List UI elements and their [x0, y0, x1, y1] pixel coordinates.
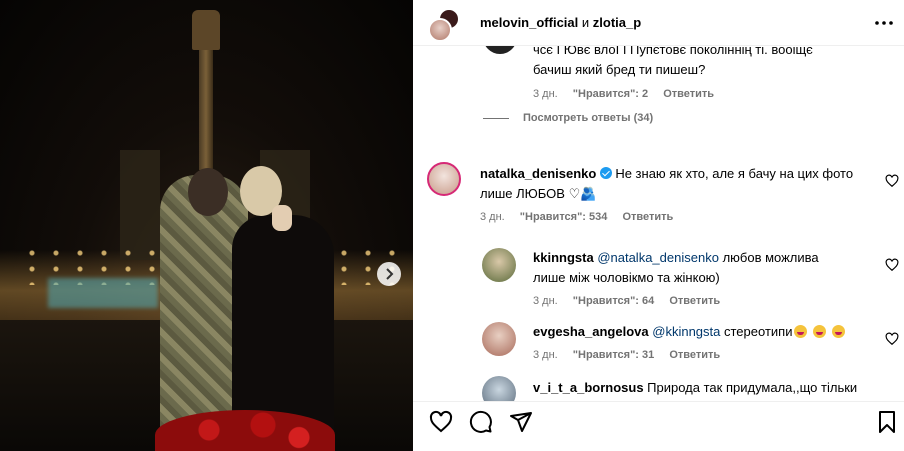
post-authors: melovin_official и zlotia_p	[480, 15, 641, 30]
avatar	[428, 18, 452, 42]
mention-link[interactable]: @kkinngsta	[652, 324, 720, 339]
post-side-panel: melovin_official и zlotia_p чсє I Ювє вл…	[413, 0, 904, 451]
person-head	[188, 168, 228, 216]
avatar[interactable]	[483, 46, 517, 54]
post-actions-bar	[413, 401, 904, 451]
comment-time: 3 дн.	[480, 211, 505, 223]
comment-meta: 3 дн. "Нравится": 31 Ответить	[533, 349, 732, 361]
comment-username[interactable]: evgesha_angelova	[533, 324, 649, 339]
emoji-icon	[813, 325, 827, 338]
post-header: melovin_official и zlotia_p	[413, 0, 904, 46]
building	[120, 150, 160, 260]
lit-facade	[48, 278, 158, 308]
author-avatars[interactable]	[428, 8, 462, 42]
comment-username[interactable]: v_i_t_a_bornosus	[533, 380, 644, 395]
emoji-icon	[794, 325, 808, 338]
comment-likes[interactable]: "Нравится": 64	[573, 295, 654, 307]
avatar[interactable]	[482, 376, 516, 401]
bookmark-icon[interactable]	[875, 410, 899, 434]
reply-button[interactable]: Ответить	[669, 349, 720, 361]
comment-username[interactable]: kkinngsta	[533, 250, 594, 265]
avatar[interactable]	[482, 322, 516, 356]
comment-text: kkinngsta @natalka_denisenko любов можли…	[533, 250, 819, 285]
avatar[interactable]	[482, 248, 516, 282]
author-link[interactable]: melovin_official	[480, 15, 578, 30]
verified-icon	[600, 167, 613, 179]
comment-likes[interactable]: "Нравится": 534	[520, 211, 608, 223]
comment-bubble-icon[interactable]	[469, 410, 493, 434]
comment-meta: 3 дн. "Нравится": 534 Ответить	[480, 211, 685, 223]
comment-username[interactable]: natalka_denisenko	[480, 166, 596, 181]
comment-likes[interactable]: "Нравится": 31	[573, 349, 654, 361]
reply-button[interactable]: Ответить	[669, 295, 720, 307]
comment-meta: 3 дн. "Нравится": 64 Ответить	[533, 295, 732, 307]
comment-text: чсє I Ювє влоІ I Пупєтовє поколіннің ті.…	[533, 46, 813, 77]
comment-text: v_i_t_a_bornosus Природа так придумала,,…	[533, 380, 858, 395]
emoji-icon	[831, 325, 845, 338]
comments-list[interactable]: чсє I Ювє влоІ I Пупєтовє поколіннің ті.…	[413, 46, 904, 401]
reply-button[interactable]: Ответить	[622, 211, 673, 223]
like-comment-icon[interactable]	[885, 332, 899, 346]
comment-text: evgesha_angelova @kkinngsta стереотипи	[533, 322, 845, 342]
comment-time: 3 дн.	[533, 295, 558, 307]
next-photo-button[interactable]	[377, 262, 401, 286]
share-send-icon[interactable]	[509, 410, 533, 434]
comment-likes[interactable]: "Нравится": 2	[573, 88, 648, 100]
authors-conjunction: и	[581, 15, 590, 30]
like-heart-icon[interactable]	[429, 410, 453, 434]
column-statue	[192, 10, 220, 50]
view-replies-button[interactable]: Посмотреть ответы (34)	[483, 112, 653, 124]
mention-link[interactable]: @natalka_denisenko	[597, 250, 719, 265]
comment-time: 3 дн.	[533, 349, 558, 361]
comment-text: natalka_denisenko Не знаю як хто, але я б…	[480, 166, 854, 201]
divider	[483, 117, 509, 119]
post-photo[interactable]	[0, 0, 413, 451]
like-comment-icon[interactable]	[885, 258, 899, 272]
like-comment-icon[interactable]	[885, 174, 899, 188]
reply-button[interactable]: Ответить	[663, 88, 714, 100]
avatar[interactable]	[427, 162, 461, 196]
hand	[272, 205, 292, 231]
comment-meta: 3 дн. "Нравится": 2 Ответить	[533, 88, 726, 100]
more-options-icon[interactable]	[873, 14, 895, 32]
comment-time: 3 дн.	[533, 88, 558, 100]
chevron-right-icon	[386, 268, 394, 280]
author-link[interactable]: zlotia_p	[593, 15, 641, 30]
